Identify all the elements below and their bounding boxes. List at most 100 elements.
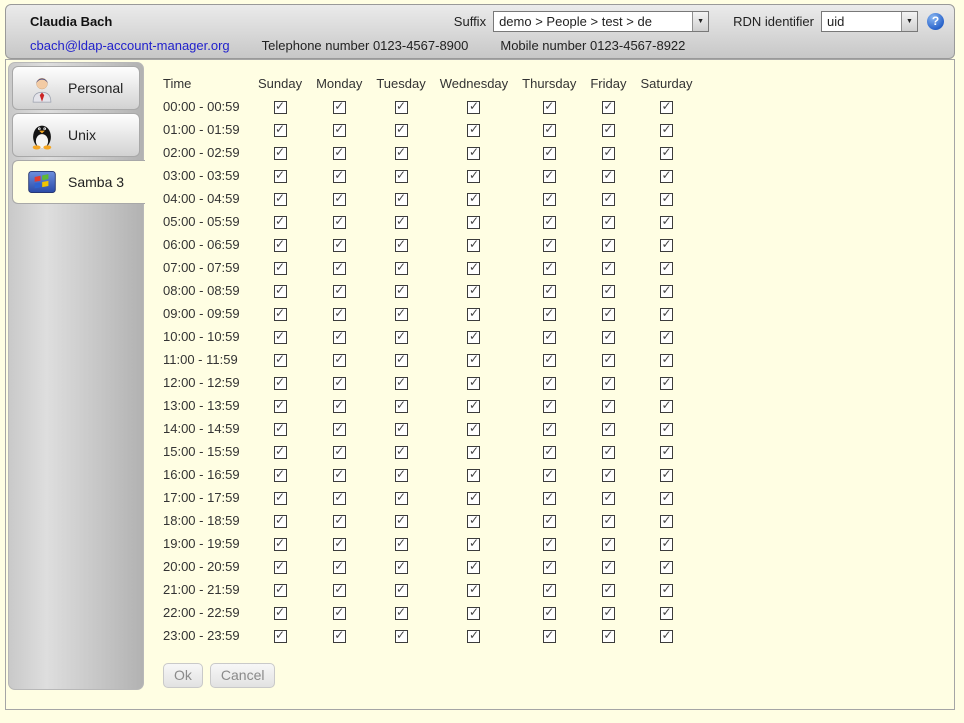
logon-hour-checkbox[interactable] [602, 285, 615, 298]
logon-hour-checkbox[interactable] [660, 193, 673, 206]
logon-hour-checkbox[interactable] [543, 377, 556, 390]
logon-hour-checkbox[interactable] [395, 515, 408, 528]
logon-hour-checkbox[interactable] [602, 400, 615, 413]
logon-hour-checkbox[interactable] [467, 147, 480, 160]
logon-hour-checkbox[interactable] [274, 124, 287, 137]
tab-samba3[interactable]: Samba 3 [12, 160, 145, 204]
logon-hour-checkbox[interactable] [543, 124, 556, 137]
logon-hour-checkbox[interactable] [543, 216, 556, 229]
logon-hour-checkbox[interactable] [395, 469, 408, 482]
logon-hour-checkbox[interactable] [543, 538, 556, 551]
logon-hour-checkbox[interactable] [395, 193, 408, 206]
logon-hour-checkbox[interactable] [395, 400, 408, 413]
suffix-select[interactable]: demo > People > test > de ▼ [493, 11, 709, 32]
logon-hour-checkbox[interactable] [467, 538, 480, 551]
logon-hour-checkbox[interactable] [333, 377, 346, 390]
logon-hour-checkbox[interactable] [467, 170, 480, 183]
logon-hour-checkbox[interactable] [660, 538, 673, 551]
logon-hour-checkbox[interactable] [395, 285, 408, 298]
logon-hour-checkbox[interactable] [660, 423, 673, 436]
logon-hour-checkbox[interactable] [333, 308, 346, 321]
logon-hour-checkbox[interactable] [543, 308, 556, 321]
logon-hour-checkbox[interactable] [467, 515, 480, 528]
logon-hour-checkbox[interactable] [467, 446, 480, 459]
tab-unix[interactable]: Unix [12, 113, 140, 157]
logon-hour-checkbox[interactable] [395, 239, 408, 252]
logon-hour-checkbox[interactable] [274, 170, 287, 183]
logon-hour-checkbox[interactable] [543, 101, 556, 114]
logon-hour-checkbox[interactable] [333, 607, 346, 620]
logon-hour-checkbox[interactable] [543, 285, 556, 298]
logon-hour-checkbox[interactable] [395, 124, 408, 137]
logon-hour-checkbox[interactable] [660, 216, 673, 229]
logon-hour-checkbox[interactable] [543, 515, 556, 528]
logon-hour-checkbox[interactable] [602, 377, 615, 390]
logon-hour-checkbox[interactable] [660, 239, 673, 252]
logon-hour-checkbox[interactable] [333, 124, 346, 137]
cancel-button[interactable]: Cancel [210, 663, 276, 688]
logon-hour-checkbox[interactable] [395, 170, 408, 183]
logon-hour-checkbox[interactable] [467, 216, 480, 229]
logon-hour-checkbox[interactable] [395, 561, 408, 574]
logon-hour-checkbox[interactable] [660, 308, 673, 321]
logon-hour-checkbox[interactable] [543, 331, 556, 344]
logon-hour-checkbox[interactable] [395, 492, 408, 505]
logon-hour-checkbox[interactable] [543, 492, 556, 505]
logon-hour-checkbox[interactable] [467, 607, 480, 620]
logon-hour-checkbox[interactable] [274, 377, 287, 390]
logon-hour-checkbox[interactable] [467, 492, 480, 505]
logon-hour-checkbox[interactable] [602, 607, 615, 620]
logon-hour-checkbox[interactable] [467, 193, 480, 206]
logon-hour-checkbox[interactable] [333, 331, 346, 344]
logon-hour-checkbox[interactable] [467, 331, 480, 344]
rdn-identifier-select[interactable]: uid ▼ [821, 11, 918, 32]
logon-hour-checkbox[interactable] [660, 561, 673, 574]
logon-hour-checkbox[interactable] [274, 331, 287, 344]
logon-hour-checkbox[interactable] [395, 377, 408, 390]
logon-hour-checkbox[interactable] [274, 423, 287, 436]
logon-hour-checkbox[interactable] [660, 400, 673, 413]
logon-hour-checkbox[interactable] [274, 285, 287, 298]
logon-hour-checkbox[interactable] [602, 239, 615, 252]
logon-hour-checkbox[interactable] [333, 262, 346, 275]
logon-hour-checkbox[interactable] [395, 630, 408, 643]
logon-hour-checkbox[interactable] [543, 170, 556, 183]
logon-hour-checkbox[interactable] [333, 630, 346, 643]
logon-hour-checkbox[interactable] [467, 469, 480, 482]
logon-hour-checkbox[interactable] [467, 285, 480, 298]
logon-hour-checkbox[interactable] [274, 584, 287, 597]
logon-hour-checkbox[interactable] [467, 124, 480, 137]
logon-hour-checkbox[interactable] [274, 193, 287, 206]
logon-hour-checkbox[interactable] [602, 331, 615, 344]
logon-hour-checkbox[interactable] [660, 446, 673, 459]
logon-hour-checkbox[interactable] [660, 515, 673, 528]
logon-hour-checkbox[interactable] [274, 308, 287, 321]
logon-hour-checkbox[interactable] [602, 354, 615, 367]
logon-hour-checkbox[interactable] [602, 469, 615, 482]
logon-hour-checkbox[interactable] [333, 239, 346, 252]
logon-hour-checkbox[interactable] [660, 101, 673, 114]
logon-hour-checkbox[interactable] [602, 561, 615, 574]
logon-hour-checkbox[interactable] [543, 400, 556, 413]
logon-hour-checkbox[interactable] [274, 239, 287, 252]
logon-hour-checkbox[interactable] [660, 630, 673, 643]
logon-hour-checkbox[interactable] [602, 216, 615, 229]
logon-hour-checkbox[interactable] [660, 354, 673, 367]
logon-hour-checkbox[interactable] [660, 377, 673, 390]
logon-hour-checkbox[interactable] [333, 170, 346, 183]
logon-hour-checkbox[interactable] [274, 147, 287, 160]
logon-hour-checkbox[interactable] [333, 193, 346, 206]
logon-hour-checkbox[interactable] [274, 538, 287, 551]
logon-hour-checkbox[interactable] [467, 423, 480, 436]
logon-hour-checkbox[interactable] [543, 193, 556, 206]
logon-hour-checkbox[interactable] [602, 584, 615, 597]
logon-hour-checkbox[interactable] [467, 400, 480, 413]
logon-hour-checkbox[interactable] [274, 607, 287, 620]
logon-hour-checkbox[interactable] [395, 538, 408, 551]
logon-hour-checkbox[interactable] [274, 101, 287, 114]
logon-hour-checkbox[interactable] [602, 170, 615, 183]
logon-hour-checkbox[interactable] [602, 423, 615, 436]
logon-hour-checkbox[interactable] [333, 561, 346, 574]
logon-hour-checkbox[interactable] [333, 538, 346, 551]
logon-hour-checkbox[interactable] [543, 262, 556, 275]
